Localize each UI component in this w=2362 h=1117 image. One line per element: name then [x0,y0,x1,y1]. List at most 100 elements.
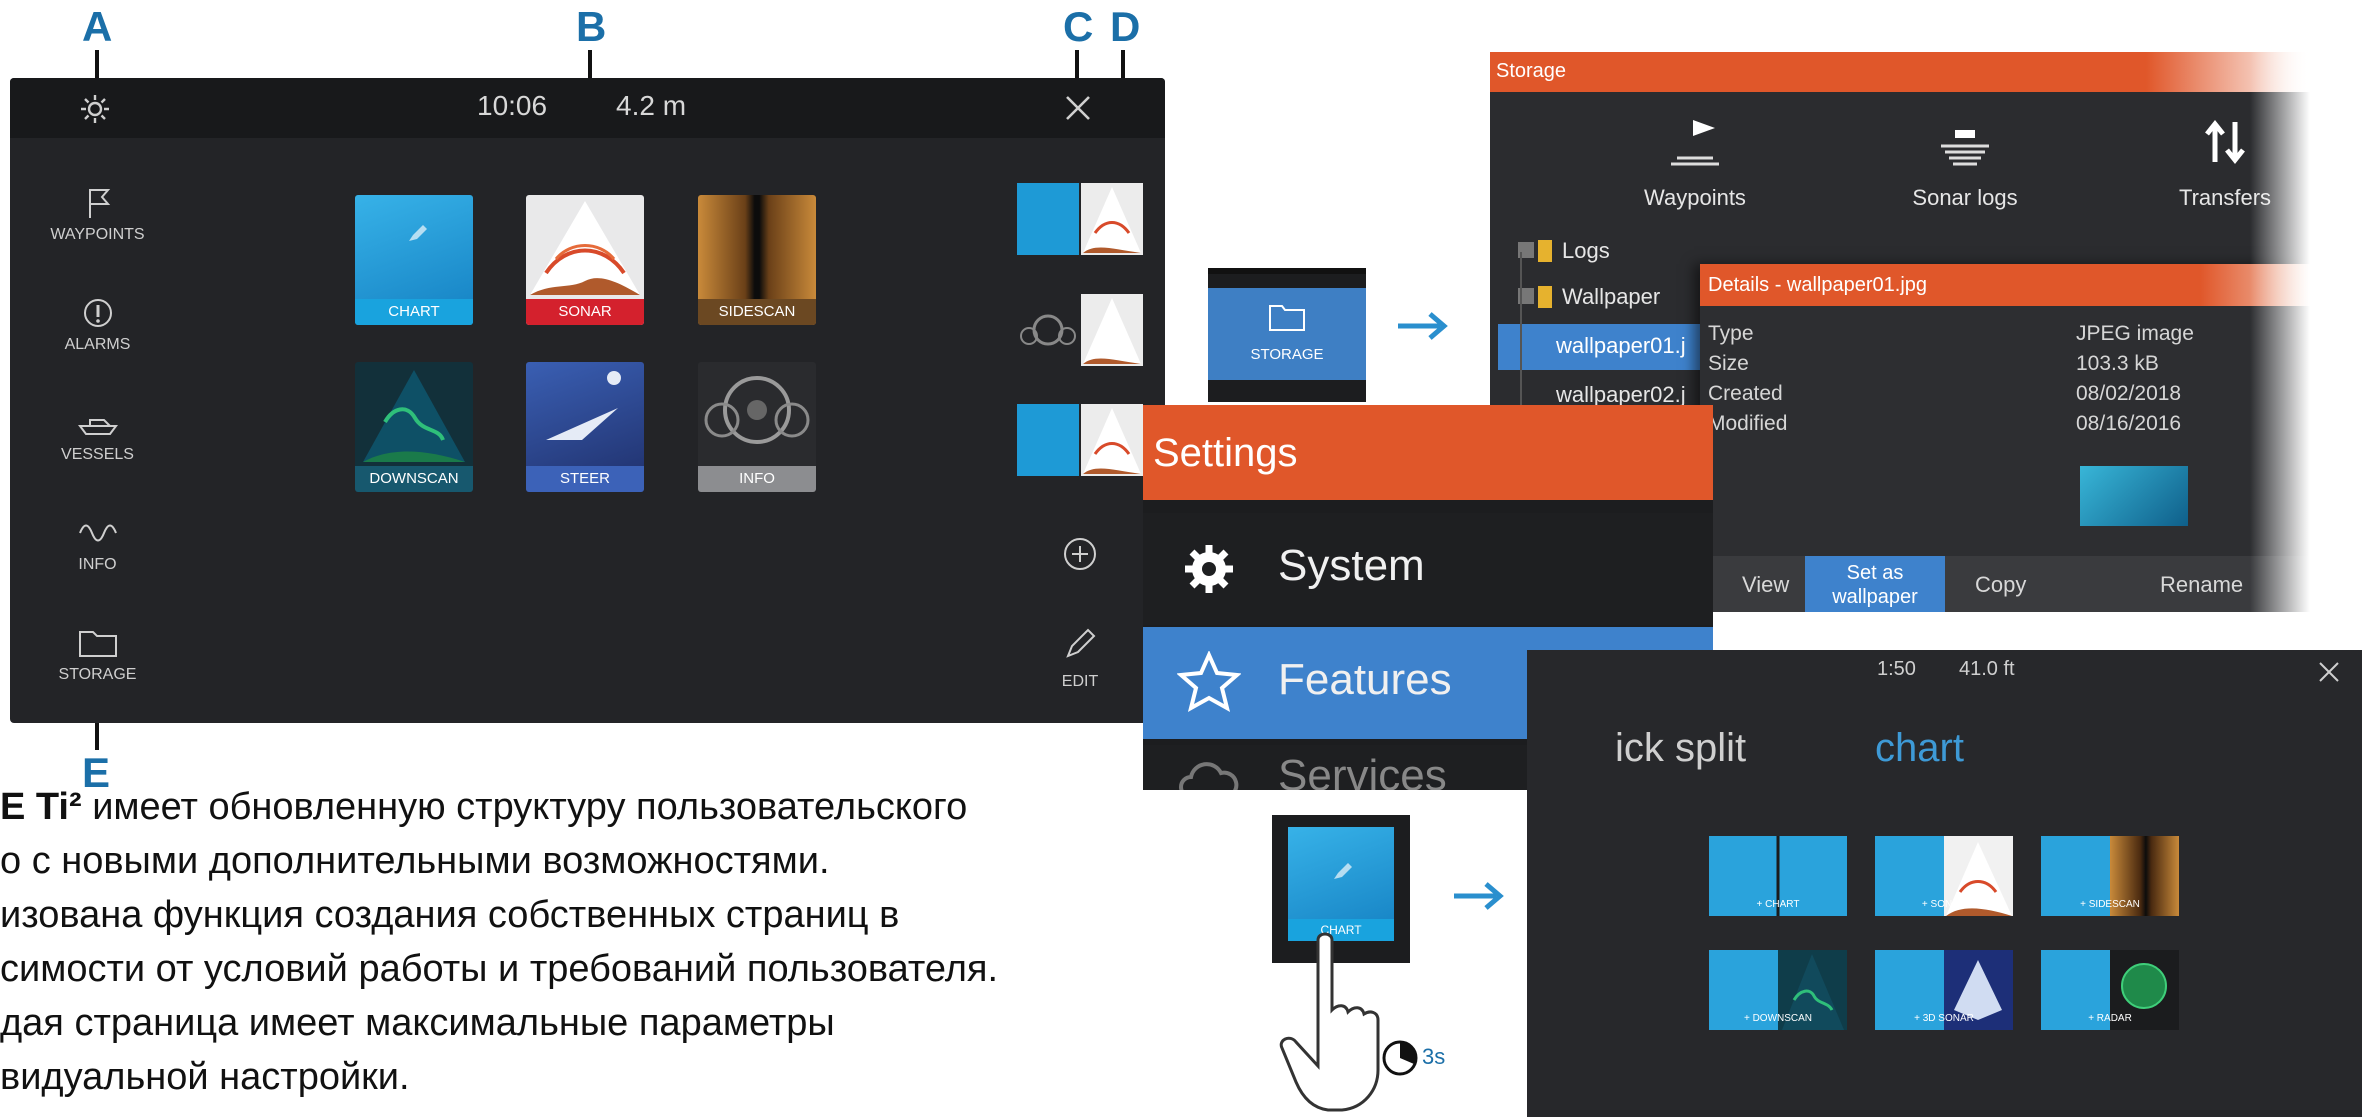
boat-icon [1334,863,1352,879]
split-option-chart[interactable]: + CHART [1709,836,1847,916]
details-panel: Details - wallpaper01.jpg Type JPEG imag… [1700,264,2310,612]
view-button[interactable]: View [1742,572,1789,598]
sidebar-item-storage[interactable]: STORAGE [10,626,185,684]
detail-key: Type [1708,322,1754,345]
app-tile-downscan[interactable]: DOWNSCAN [355,362,473,492]
app-tile-chart[interactable]: CHART [355,195,473,325]
edit-label: EDIT [1061,673,1099,690]
split-option-radar[interactable]: + RADAR [2041,950,2179,1030]
cloud-icon [1179,762,1239,790]
pencil-icon [1066,628,1096,658]
app-tile-steer[interactable]: STEER [526,362,644,492]
detail-value: 08/02/2018 [2076,382,2182,405]
tree-item-wallpaper01[interactable]: wallpaper01.j [1498,324,1708,370]
edit-button[interactable]: EDIT [1040,626,1120,691]
tree-item-wallpaper[interactable]: Wallpaper [1508,278,1708,318]
sidebar-item-info[interactable]: INFO [10,516,185,574]
storage-tab-label: Waypoints [1644,185,1746,210]
sonar-log-icon [1941,130,1989,166]
body-line-3: изована функция создания собственных стр… [0,894,900,936]
split-depth: 41.0 ft [1959,658,2015,680]
folder-icon [1538,286,1552,308]
storage-button-label: STORAGE [1250,346,1324,363]
downscan-icon [363,370,465,462]
split-option-3d-sonar[interactable]: + 3D SONAR [1875,950,2013,1030]
tree-item-label: Logs [1562,238,1610,263]
split-option-label: + SONAR [1921,899,1967,910]
gauges-icon [704,376,810,444]
app-tile-sonar[interactable]: SONAR [526,195,644,325]
favorite-page-chart-sonar-2[interactable] [1017,404,1143,476]
plus-circle-icon [1064,538,1096,570]
storage-button[interactable]: STORAGE [1208,268,1366,402]
tree-item-label: wallpaper01.j [1556,333,1686,358]
settings-gear-button[interactable] [78,92,112,126]
app-tile-label: INFO [698,466,816,492]
callout-c: C [1063,3,1094,50]
split-option-downscan[interactable]: + DOWNSCAN [1709,950,1847,1030]
add-page-button[interactable] [1062,536,1098,572]
callout-a-line [95,50,99,80]
detail-value: 103.3 kB [2076,352,2159,375]
product-name: E Ti² [0,786,82,828]
close-icon[interactable] [2317,660,2341,684]
split-heading-blue: chart [1875,726,1964,770]
tree-item-label: Wallpaper [1562,284,1661,309]
details-title: Details - wallpaper01.jpg [1708,274,1928,296]
folder-icon [78,631,117,657]
app-tile-label: STEER [526,466,644,492]
app-tile-label: SONAR [526,299,644,325]
settings-item-label: System [1278,541,1425,590]
settings-title-bar: Settings [1143,405,1713,500]
split-option-sidescan[interactable]: + SIDESCAN [2041,836,2179,916]
home-screen: 10:06 4.2 m WAYPOINTS ALARMS VESSELS INF… [10,78,1165,723]
body-line-2: о с новыми дополнительными возможностями… [0,840,830,882]
sidebar-item-label: WAYPOINTS [50,226,145,243]
settings-title: Settings [1153,431,1298,475]
set-as-wallpaper-button[interactable]: Set as wallpaper [1805,556,1945,612]
detail-key: Size [1708,352,1749,375]
split-option-label: + CHART [1756,899,1800,910]
callout-c-line [1075,50,1079,80]
sonar-cone-icon [530,201,640,295]
storage-tab-waypoints[interactable]: Waypoints [1620,112,1770,211]
sidebar-item-label: ALARMS [64,336,131,353]
app-tile-info[interactable]: INFO [698,362,816,492]
callout-a: A [82,3,113,50]
timer-icon [1382,1040,1418,1076]
star-icon [1177,651,1241,712]
tree-item-logs[interactable]: Logs [1508,232,1708,272]
home-top-bar [10,78,1165,138]
wallpaper-thumbnail [2080,466,2188,526]
arrow-right-icon [1454,882,1504,910]
home-time: 10:06 [477,90,548,121]
favorite-page-chart-sonar[interactable] [1017,183,1143,255]
storage-tab-sonar-logs[interactable]: Sonar logs [1890,112,2040,211]
gear-icon [1185,545,1233,593]
app-tile-label: DOWNSCAN [355,466,473,492]
home-depth: 4.2 m [616,90,687,121]
callout-b: B [576,3,607,50]
tree-guide-line [1520,252,1522,422]
storage-title: Storage [1496,60,1567,82]
copy-button[interactable]: Copy [1975,572,2026,598]
split-heading-grey: ick split [1615,726,1747,770]
sidebar-item-label: INFO [78,556,117,573]
arrow-right-icon [1398,312,1448,340]
sidebar-item-alarms[interactable]: ALARMS [10,296,185,354]
sidebar-item-waypoints[interactable]: WAYPOINTS [10,186,185,244]
split-option-sonar[interactable]: + SONAR [1875,836,2013,916]
settings-item-label: Services [1278,751,1447,790]
set-as-wallpaper-line2: wallpaper [1832,586,1918,608]
hold-time-label: 3s [1422,1044,1446,1069]
favorite-page-info-sonar[interactable] [1017,294,1143,366]
app-tile-sidescan[interactable]: SIDESCAN [698,195,816,325]
sidebar-item-vessels[interactable]: VESSELS [10,406,185,464]
split-option-label: + RADAR [2088,1013,2132,1024]
gear-icon [81,95,109,123]
settings-item-system[interactable]: System [1143,513,1713,625]
detail-value: JPEG image [2076,322,2194,345]
details-title-bar: Details - wallpaper01.jpg [1700,264,2310,306]
rename-button[interactable]: Rename [2160,572,2243,598]
close-button[interactable] [1062,92,1094,124]
